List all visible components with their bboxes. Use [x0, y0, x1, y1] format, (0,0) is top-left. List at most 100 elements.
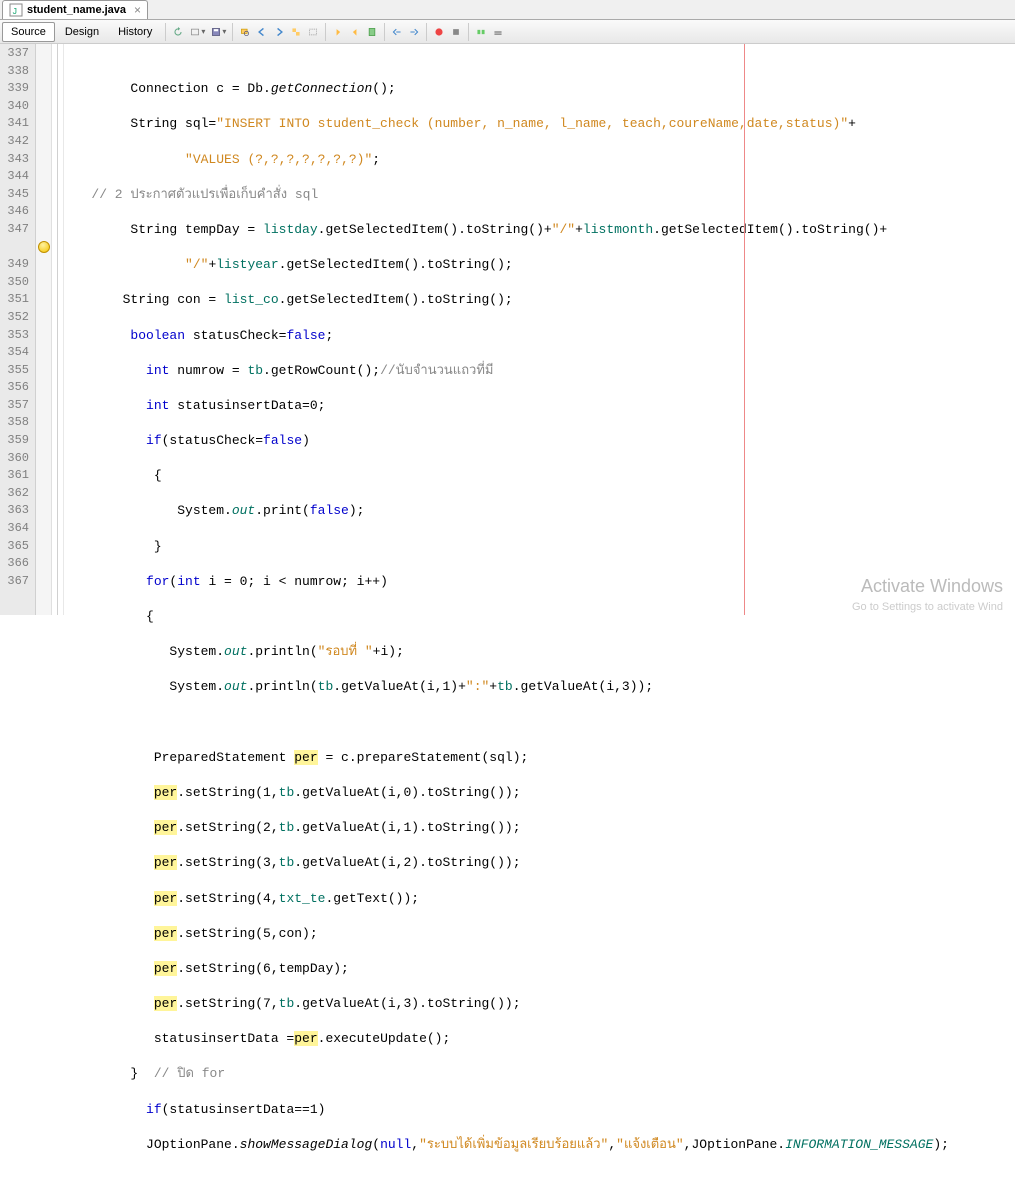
annotation-cell — [36, 520, 51, 538]
chevron-down-icon[interactable]: ▾ — [222, 27, 226, 36]
annotation-cell — [36, 115, 51, 133]
annotation-cell — [36, 450, 51, 468]
line-number: 339 — [0, 80, 35, 98]
line-number: 356 — [0, 379, 35, 397]
line-number: 357 — [0, 397, 35, 415]
line-number: 344 — [0, 168, 35, 186]
line-number: 354 — [0, 344, 35, 362]
annotation-cell — [36, 203, 51, 221]
shift-right-icon[interactable] — [406, 24, 422, 40]
close-icon[interactable]: × — [134, 3, 141, 17]
file-tab[interactable]: J student_name.java × — [2, 0, 148, 19]
fold-column[interactable] — [52, 44, 64, 615]
toggle-bookmark-icon[interactable] — [364, 24, 380, 40]
annotation-cell — [36, 379, 51, 397]
line-number: 351 — [0, 291, 35, 309]
annotation-cell — [36, 151, 51, 169]
line-number: 341 — [0, 115, 35, 133]
annotation-cell — [36, 467, 51, 485]
line-number: 338 — [0, 63, 35, 81]
annotation-cell — [36, 98, 51, 116]
line-number: 353 — [0, 327, 35, 345]
line-number: 350 — [0, 274, 35, 292]
annotation-cell — [36, 291, 51, 309]
java-file-icon: J — [9, 3, 23, 17]
tab-bar: J student_name.java × — [0, 0, 1015, 20]
design-view-button[interactable]: Design — [56, 22, 108, 42]
line-number: 343 — [0, 151, 35, 169]
macro-record-icon[interactable] — [431, 24, 447, 40]
toggle-highlight-icon[interactable] — [288, 24, 304, 40]
right-margin-line — [744, 44, 745, 615]
separator — [325, 23, 326, 41]
annotation-cell — [36, 80, 51, 98]
svg-text:J: J — [12, 7, 17, 17]
line-number-gutter[interactable]: 3373383393403413423433443453463473493503… — [0, 44, 36, 615]
selection-box-icon[interactable] — [305, 24, 321, 40]
lightbulb-icon[interactable] — [38, 241, 50, 253]
separator — [468, 23, 469, 41]
annotation-cell — [36, 239, 51, 257]
prev-bookmark-icon[interactable] — [330, 24, 346, 40]
line-number: 367 — [0, 573, 35, 591]
annotation-cell — [36, 414, 51, 432]
refresh-icon[interactable] — [170, 24, 186, 40]
annotation-column — [36, 44, 52, 615]
annotation-cell — [36, 327, 51, 345]
separator — [384, 23, 385, 41]
separator — [165, 23, 166, 41]
line-number: 342 — [0, 133, 35, 151]
editor-area: 3373383393403413423433443453463473493503… — [0, 44, 1015, 615]
chevron-down-icon[interactable]: ▾ — [201, 27, 205, 36]
shift-left-icon[interactable] — [389, 24, 405, 40]
annotation-cell — [36, 432, 51, 450]
line-number: 355 — [0, 362, 35, 380]
annotation-cell — [36, 502, 51, 520]
find-prev-icon[interactable] — [254, 24, 270, 40]
annotation-cell — [36, 221, 51, 239]
source-view-button[interactable]: Source — [2, 22, 55, 42]
view-toolbar: Source Design History ▾ ▾ — [0, 20, 1015, 44]
annotation-cell — [36, 256, 51, 274]
annotation-cell — [36, 573, 51, 591]
annotation-cell — [36, 168, 51, 186]
line-number: 347 — [0, 221, 35, 239]
line-number — [0, 239, 35, 257]
annotation-cell — [36, 186, 51, 204]
line-number: 366 — [0, 555, 35, 573]
line-number: 364 — [0, 520, 35, 538]
line-number: 358 — [0, 414, 35, 432]
macro-stop-icon[interactable] — [448, 24, 464, 40]
annotation-cell — [36, 538, 51, 556]
line-number: 361 — [0, 467, 35, 485]
tab-title: student_name.java — [27, 4, 126, 16]
annotation-cell — [36, 45, 51, 63]
line-number: 345 — [0, 186, 35, 204]
line-number: 337 — [0, 45, 35, 63]
find-next-icon[interactable] — [271, 24, 287, 40]
annotation-cell — [36, 309, 51, 327]
annotation-cell — [36, 274, 51, 292]
annotation-cell — [36, 555, 51, 573]
line-number: 365 — [0, 538, 35, 556]
line-number: 362 — [0, 485, 35, 503]
annotation-cell — [36, 133, 51, 151]
annotation-cell — [36, 362, 51, 380]
comment-icon[interactable] — [473, 24, 489, 40]
line-number: 340 — [0, 98, 35, 116]
annotation-cell — [36, 63, 51, 81]
uncomment-icon[interactable] — [490, 24, 506, 40]
line-number: 349 — [0, 256, 35, 274]
find-selection-icon[interactable] — [237, 24, 253, 40]
next-bookmark-icon[interactable] — [347, 24, 363, 40]
annotation-cell — [36, 397, 51, 415]
annotation-cell — [36, 344, 51, 362]
line-number: 359 — [0, 432, 35, 450]
separator — [232, 23, 233, 41]
separator — [426, 23, 427, 41]
code-editor[interactable]: Connection c = Db.getConnection(); Strin… — [64, 44, 1015, 615]
history-view-button[interactable]: History — [109, 22, 161, 42]
line-number: 352 — [0, 309, 35, 327]
annotation-cell — [36, 485, 51, 503]
line-number: 363 — [0, 502, 35, 520]
